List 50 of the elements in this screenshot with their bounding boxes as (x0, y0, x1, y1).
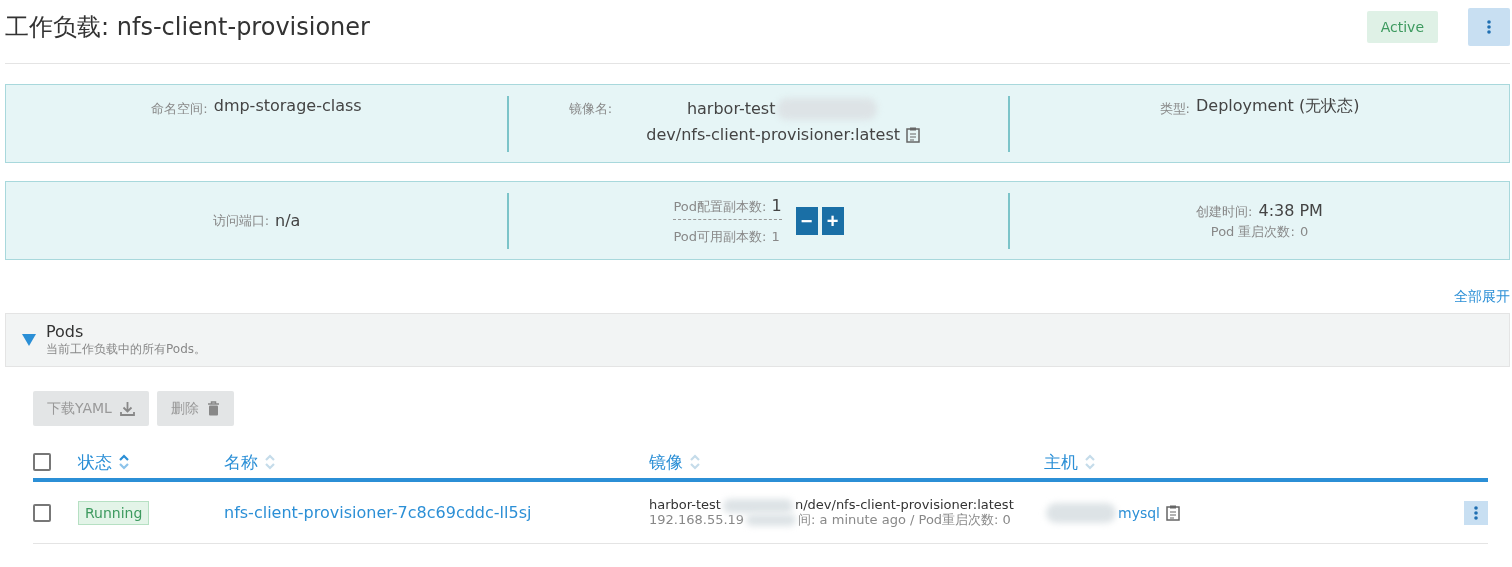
column-header[interactable]: 状态 (78, 450, 224, 474)
info-label: 镜像名: (568, 99, 613, 118)
row-menu-button[interactable] (1464, 500, 1488, 525)
info-value: Deployment (无状态) (1195, 95, 1360, 117)
pod-ip: 192.168.55.19 (649, 511, 745, 527)
column-header[interactable]: 名称 (224, 450, 649, 474)
info-label: 命名空间: (151, 99, 208, 118)
info-label: 访问端口: (212, 211, 269, 230)
copy-icon[interactable] (906, 127, 921, 143)
expand-all-link[interactable]: 全部展开 (1454, 288, 1510, 306)
more-icon (1487, 19, 1491, 34)
section-header[interactable]: Pods 当前工作负载中的所有Pods。 (5, 313, 1510, 367)
info-value: dmp-storage-class (213, 95, 362, 115)
info-value: n/a (275, 211, 301, 230)
increase-button[interactable]: + (821, 206, 844, 235)
pod-detail: 间: a minute ago / Pod重启次数: 0 (798, 511, 1011, 527)
column-header[interactable]: 镜像 (649, 450, 1044, 474)
image-text: n/dev/nfs-client-provisioner:latest (794, 497, 1014, 513)
redaction-blur (1046, 502, 1116, 523)
info-value: harbor-test (686, 98, 776, 118)
pod-name-link[interactable]: nfs-client-provisioner-7c8c69cddc-ll5sj (224, 503, 649, 522)
info-value: 0 (1299, 223, 1309, 239)
info-value: dev/nfs-client-provisioner:latest (646, 124, 901, 144)
info-value: 1 (771, 228, 780, 244)
redaction-blur (722, 498, 793, 513)
info-label: 创建时间: (1196, 203, 1253, 219)
section-subtitle: 当前工作负载中的所有Pods。 (46, 341, 207, 358)
info-value: 1 (771, 195, 782, 215)
status-badge: Active (1366, 10, 1438, 43)
download-icon (119, 401, 135, 416)
row-checkbox[interactable] (33, 503, 51, 522)
sort-icon[interactable] (118, 453, 130, 471)
info-label: Pod配置副本数: (673, 198, 767, 214)
copy-icon[interactable] (1166, 504, 1180, 521)
info-label: Pod 重启次数: (1210, 223, 1295, 239)
redaction-blur (746, 514, 797, 527)
page-title: 工作负载: nfs-client-provisioner (5, 11, 371, 43)
decrease-button[interactable]: − (795, 206, 818, 235)
host-link[interactable]: mysql (1118, 504, 1160, 521)
trash-icon (206, 401, 220, 416)
info-value: 4:38 PM (1258, 200, 1323, 220)
status-badge: Running (78, 500, 150, 525)
info-label: Pod可用副本数: (673, 228, 767, 244)
more-icon (1474, 505, 1478, 520)
info-label: 类型: (1159, 99, 1190, 118)
image-text: harbor-test (649, 497, 721, 513)
column-header[interactable]: 主机 (1044, 450, 1488, 474)
more-button[interactable] (1468, 7, 1510, 46)
section-title: Pods (46, 322, 85, 341)
select-all-checkbox[interactable] (33, 453, 51, 471)
